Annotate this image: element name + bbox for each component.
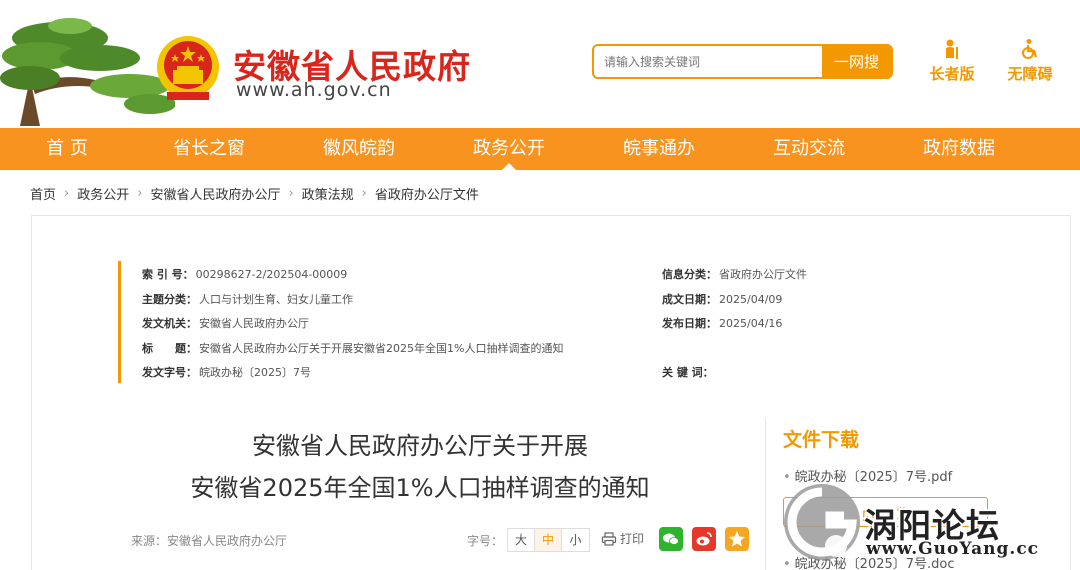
font-size-small[interactable]: 小 xyxy=(562,529,589,551)
meta-keywords: 关 键 词： xyxy=(662,366,714,379)
nav-item-home[interactable]: 首 页 xyxy=(0,128,134,170)
font-size-options: 大 中 小 xyxy=(507,528,591,552)
search-button[interactable]: 一网搜 xyxy=(822,46,891,77)
breadcrumb-office[interactable]: 安徽省人民政府办公厅 xyxy=(150,184,280,203)
watermark-domain: www.GuoYang.cc xyxy=(866,539,1040,559)
accessibility-button[interactable]: 无障碍 xyxy=(1000,38,1060,84)
download-pdf-link[interactable]: • 皖政办秘〔2025〕7号.pdf xyxy=(783,466,952,485)
font-size-large[interactable]: 大 xyxy=(508,529,536,551)
print-button[interactable]: 打印 xyxy=(601,530,644,547)
breadcrumb-office-documents[interactable]: 省政府办公厅文件 xyxy=(375,184,479,203)
chevron-right-icon: › xyxy=(361,186,367,201)
print-label: 打印 xyxy=(620,532,645,546)
elder-icon xyxy=(946,39,958,59)
search-input[interactable] xyxy=(594,46,824,77)
font-size-label: 字号： xyxy=(467,533,504,548)
nav-item-services[interactable]: 皖事通办 xyxy=(584,128,734,170)
meta-published-date: 发布日期： 2025/04/16 xyxy=(662,317,783,330)
font-size-medium[interactable]: 中 xyxy=(535,529,563,551)
meta-doc-no: 发文字号： 皖政办秘〔2025〕7号 xyxy=(142,366,311,379)
meta-topic: 主题分类： 人口与计划生育、妇女儿童工作 xyxy=(142,293,353,306)
breadcrumb-policy[interactable]: 政策法规 xyxy=(302,184,354,203)
printer-icon xyxy=(601,531,617,546)
pine-tree-logo xyxy=(0,18,175,126)
meta-title: 标 题： 安徽省人民政府办公厅关于开展安徽省2025年全国1%人口抽样调查的通知 xyxy=(142,342,564,355)
chevron-right-icon: › xyxy=(137,186,143,201)
chevron-right-icon: › xyxy=(288,186,294,201)
nav-item-data[interactable]: 政府数据 xyxy=(884,128,1034,170)
site-header: 安徽省人民政府 www.ah.gov.cn 一网搜 长者版 无障碍 xyxy=(0,0,1080,128)
accessibility-label: 无障碍 xyxy=(1007,65,1053,83)
breadcrumb-open-government[interactable]: 政务公开 xyxy=(77,184,129,203)
meta-created-date: 成文日期： 2025/04/09 xyxy=(662,293,783,306)
site-domain: www.ah.gov.cn xyxy=(236,79,392,101)
wheelchair-icon xyxy=(1022,39,1038,59)
breadcrumb: 首页 › 政务公开 › 安徽省人民政府办公厅 › 政策法规 › 省政府办公厅文件 xyxy=(30,184,479,203)
share-wechat-button[interactable] xyxy=(659,527,683,551)
wechat-icon xyxy=(663,533,679,545)
weibo-icon xyxy=(696,532,712,546)
nav-item-interaction[interactable]: 互动交流 xyxy=(734,128,884,170)
share-qzone-button[interactable] xyxy=(725,527,749,551)
document-title: 安徽省人民政府办公厅关于开展 安徽省2025年全国1%人口抽样调查的通知 xyxy=(120,425,720,509)
star-icon xyxy=(729,531,745,547)
font-size-control: 字号： 大 中 小 xyxy=(467,528,591,552)
nav-item-governor[interactable]: 省长之窗 xyxy=(134,128,284,170)
section-divider xyxy=(765,418,766,570)
breadcrumb-home[interactable]: 首页 xyxy=(30,184,56,203)
search-box: 一网搜 xyxy=(592,44,893,79)
chevron-right-icon: › xyxy=(64,186,70,201)
share-weibo-button[interactable] xyxy=(692,527,716,551)
document-title-line1: 安徽省人民政府办公厅关于开展 xyxy=(252,432,588,460)
nav-item-culture[interactable]: 徽风皖韵 xyxy=(284,128,434,170)
document-title-line2: 安徽省2025年全国1%人口抽样调查的通知 xyxy=(190,474,650,502)
main-nav: 首 页 省长之窗 徽风皖韵 政务公开 皖事通办 互动交流 政府数据 xyxy=(0,128,1080,170)
meta-index-no: 索 引 号： 00298627-2/202504-00009 xyxy=(142,268,348,281)
meta-category: 信息分类： 省政府办公厅文件 xyxy=(662,268,807,281)
nav-item-open-government[interactable]: 政务公开 xyxy=(434,128,584,170)
elder-mode-button[interactable]: 长者版 xyxy=(922,38,982,84)
bullet-icon: • xyxy=(783,470,791,485)
elder-mode-label: 长者版 xyxy=(929,65,975,83)
downloads-title: 文件下载 xyxy=(783,429,860,451)
bullet-icon: • xyxy=(783,557,791,570)
meta-issuer: 发文机关： 安徽省人民政府办公厅 xyxy=(142,317,309,330)
document-source: 来源：安徽省人民政府办公厅 xyxy=(131,534,288,548)
national-emblem-icon xyxy=(157,36,219,100)
document-metadata: 索 引 号： 00298627-2/202504-00009 信息分类： 省政府办公… xyxy=(118,261,838,383)
download-pdf-label: 皖政办秘〔2025〕7号.pdf xyxy=(794,470,953,485)
